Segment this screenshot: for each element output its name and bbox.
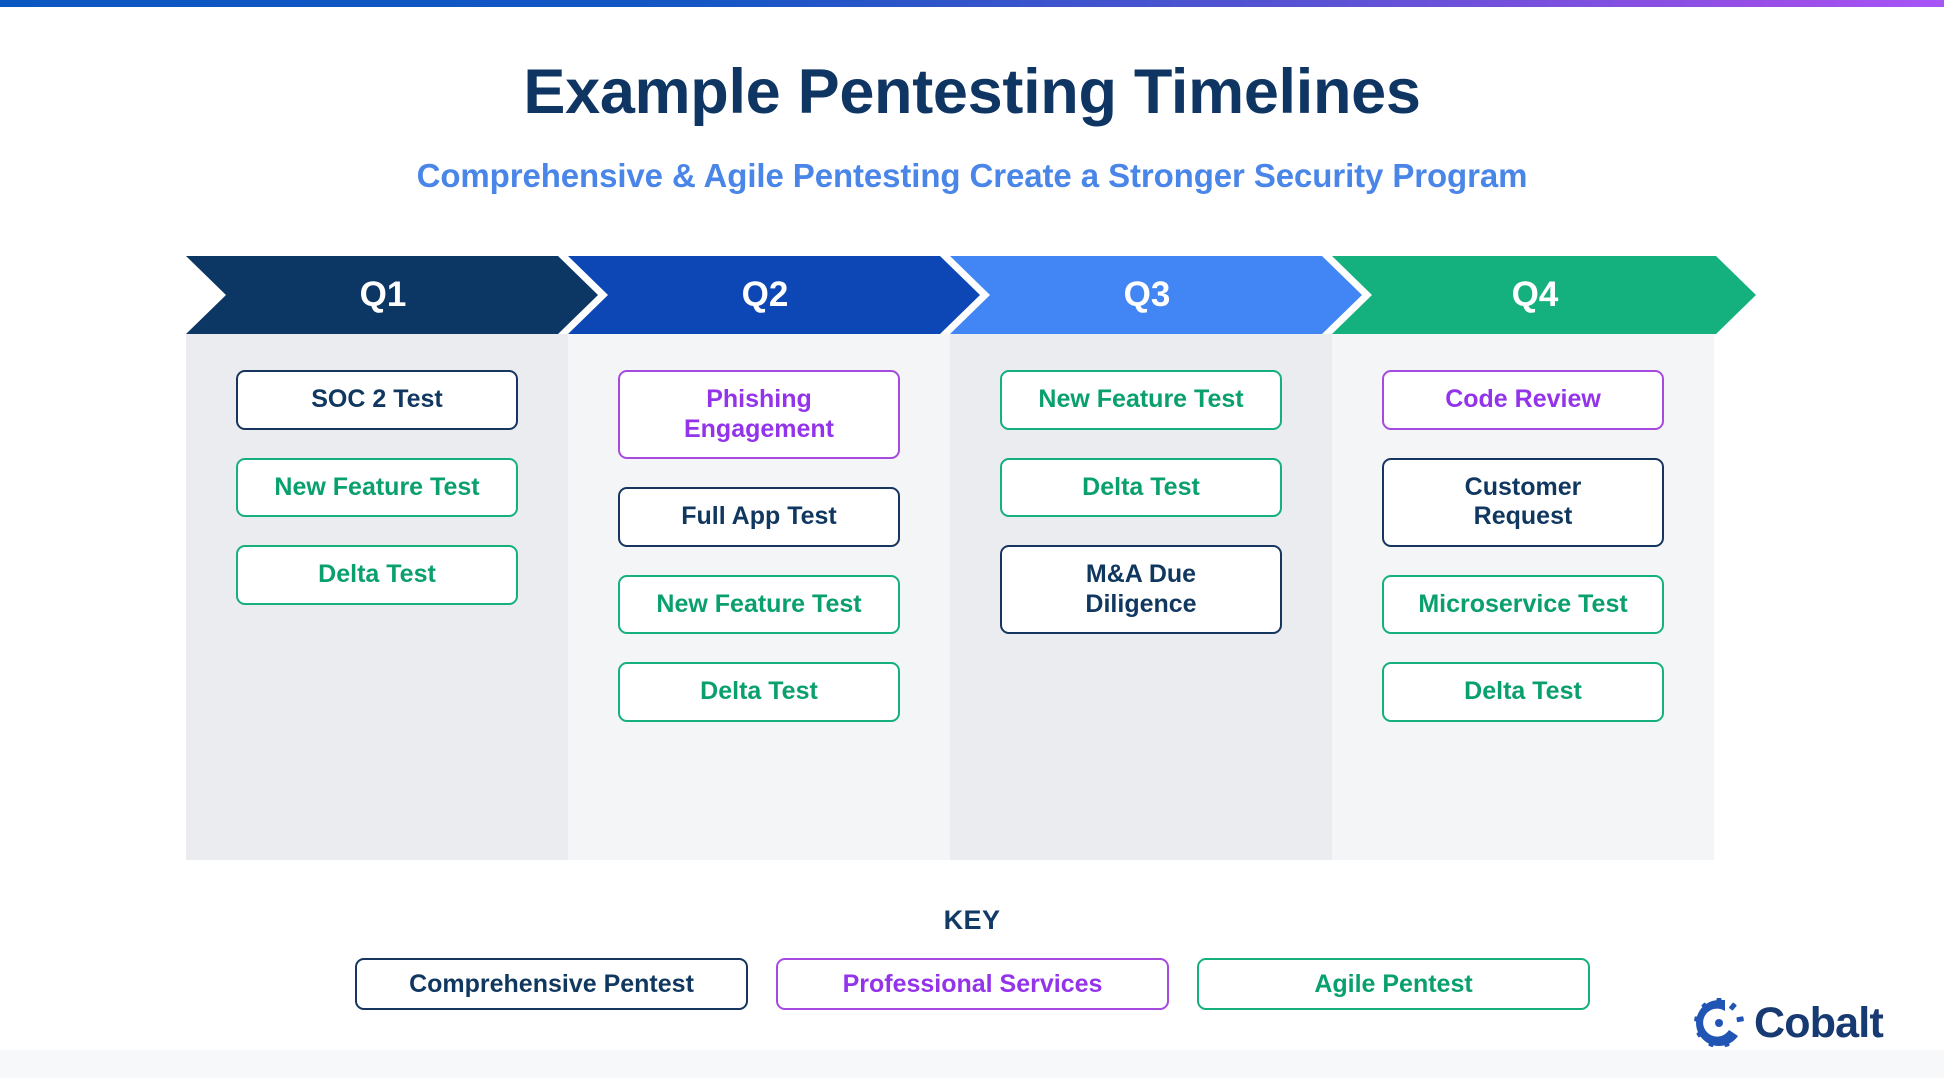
footer-strip bbox=[0, 1050, 1944, 1078]
quarter-column-q3: New Feature Test Delta Test M&A Due Dili… bbox=[950, 334, 1332, 860]
top-accent-bar bbox=[0, 0, 1944, 7]
key-heading: KEY bbox=[943, 905, 1001, 935]
quarter-column-q1: SOC 2 Test New Feature Test Delta Test bbox=[186, 334, 568, 860]
cobalt-wordmark: Cobalt bbox=[1754, 998, 1884, 1047]
quarter-column-q4: Code Review Customer Request Microservic… bbox=[1332, 334, 1714, 860]
page-subtitle: Comprehensive & Agile Pentesting Create … bbox=[416, 157, 1528, 194]
quarter-label-q4: Q4 bbox=[1511, 275, 1559, 314]
engagement-card[interactable]: Delta Test bbox=[1382, 662, 1664, 722]
engagement-card[interactable]: M&A Due Diligence bbox=[1000, 545, 1282, 634]
engagement-card[interactable]: Delta Test bbox=[236, 545, 518, 605]
quarter-header-q2: Q2 bbox=[568, 256, 980, 334]
engagement-card[interactable]: Delta Test bbox=[618, 662, 900, 722]
engagement-card[interactable]: New Feature Test bbox=[618, 574, 900, 634]
quarter-header-row: Q1 Q2 Q3 Q4 bbox=[186, 256, 1756, 334]
slide-canvas: Example Pentesting Timelines Comprehensi… bbox=[0, 0, 1944, 1078]
engagement-card[interactable]: Full App Test bbox=[618, 487, 900, 547]
key-item-professional-services: Professional Services bbox=[776, 958, 1169, 1010]
engagement-card[interactable]: Delta Test bbox=[1000, 457, 1282, 517]
engagement-card[interactable]: New Feature Test bbox=[1000, 370, 1282, 430]
cobalt-logo: Cobalt bbox=[1694, 998, 1884, 1048]
key-item-agile-pentest: Agile Pentest bbox=[1197, 958, 1590, 1010]
quarter-header-q4: Q4 bbox=[1332, 256, 1756, 334]
quarter-columns: SOC 2 Test New Feature Test Delta Test P… bbox=[186, 334, 1715, 860]
engagement-card[interactable]: Code Review bbox=[1382, 370, 1664, 430]
timeline-diagram: Q1 Q2 Q3 Q4 SOC 2 Test New Feature Test … bbox=[186, 256, 1756, 860]
quarter-label-q1: Q1 bbox=[359, 275, 407, 314]
engagement-card[interactable]: Microservice Test bbox=[1382, 574, 1664, 634]
engagement-card[interactable]: Phishing Engagement bbox=[618, 370, 900, 459]
engagement-card[interactable]: Customer Request bbox=[1382, 457, 1664, 547]
quarter-label-q3: Q3 bbox=[1123, 275, 1171, 314]
page-title: Example Pentesting Timelines bbox=[523, 57, 1421, 127]
quarter-column-q2: Phishing Engagement Full App Test New Fe… bbox=[568, 334, 950, 860]
engagement-card[interactable]: New Feature Test bbox=[236, 457, 518, 517]
quarter-label-q2: Q2 bbox=[741, 275, 789, 314]
quarter-header-q1: Q1 bbox=[186, 256, 598, 334]
key-item-comprehensive-pentest: Comprehensive Pentest bbox=[355, 958, 748, 1010]
cobalt-gear-icon bbox=[1694, 998, 1744, 1048]
engagement-card[interactable]: SOC 2 Test bbox=[236, 370, 518, 430]
quarter-header-q3: Q3 bbox=[950, 256, 1362, 334]
key-legend: Comprehensive Pentest Professional Servi… bbox=[355, 958, 1590, 1010]
